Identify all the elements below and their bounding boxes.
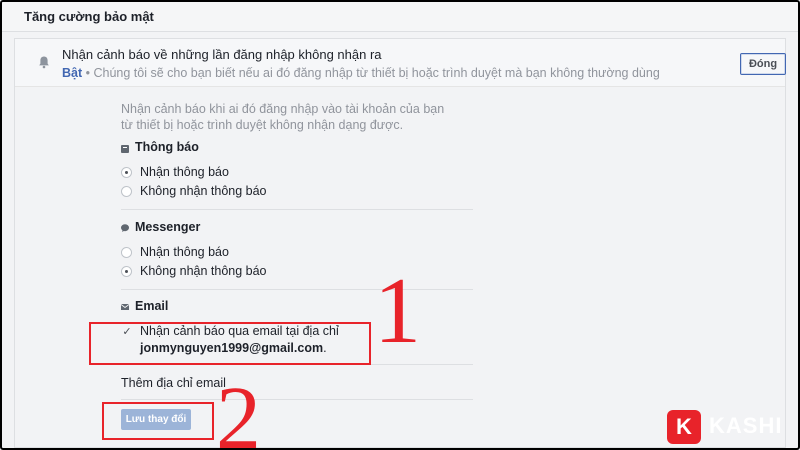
highlight-box-save [102,402,214,440]
option-label: Không nhận thông báo [140,184,267,198]
logo-mark: K [667,410,701,444]
logo-text: KASHI [709,413,783,438]
section-divider [121,399,473,400]
messenger-icon [121,224,129,232]
section-title-notifications: Thông báo [135,140,199,154]
notice-title: Nhận cảnh báo về những lần đăng nhập khô… [62,47,382,62]
highlight-box-email [89,322,371,365]
option-label: Nhận thông báo [140,245,229,259]
envelope-icon [121,304,129,310]
radio-notifications-off[interactable] [121,186,132,197]
section-title-messenger: Messenger [135,220,201,234]
option-label: Nhận thông báo [140,165,229,179]
login-alerts-summary: Nhận cảnh báo về những lần đăng nhập khô… [15,39,786,87]
status-badge: Bật [62,66,83,80]
close-button[interactable]: Đóng [740,53,786,75]
section-divider [121,209,473,210]
notice-separator: • [82,66,94,80]
notice-description: Bật • Chúng tôi sẽ cho bạn biết nếu ai đ… [62,66,660,80]
option-label: Không nhận thông báo [140,264,267,278]
login-alerts-panel: Nhận cảnh báo về những lần đăng nhập khô… [14,38,786,448]
annotation-number-2: 2 [216,369,261,450]
screenshot-frame: Tăng cường bảo mật Nhận cảnh báo về nhữn… [0,0,800,450]
annotation-number-1: 1 [374,259,421,363]
settings-header: Tăng cường bảo mật [2,2,798,32]
notice-description-text: Chúng tôi sẽ cho bạn biết nếu ai đó đăng… [93,66,660,80]
add-email-link[interactable]: Thêm địa chỉ email [121,376,226,390]
intro-text: Nhận cảnh báo khi ai đó đăng nhập vào tà… [121,102,445,132]
page-title: Tăng cường bảo mật [24,9,154,24]
radio-notifications-on[interactable] [121,167,132,178]
bell-icon [39,56,49,69]
section-title-email: Email [135,299,169,313]
radio-messenger-on[interactable] [121,247,132,258]
radio-messenger-off[interactable] [121,266,132,277]
notification-icon [121,145,129,153]
